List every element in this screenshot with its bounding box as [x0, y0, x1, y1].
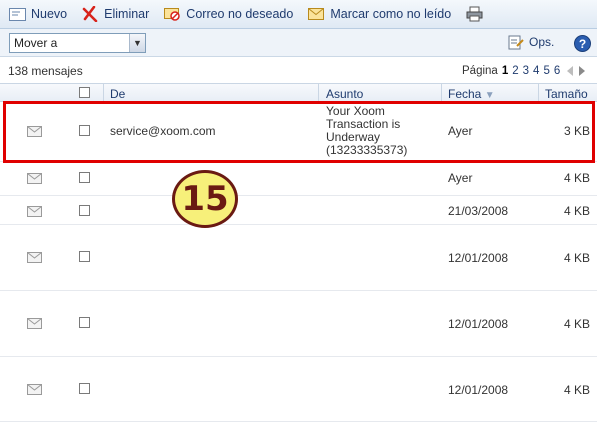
- table-row[interactable]: 12/01/2008 4 KB: [0, 358, 597, 422]
- page-label: Página: [462, 65, 498, 77]
- column-divider: [538, 84, 539, 102]
- page-link[interactable]: 2: [512, 65, 518, 77]
- move-to-label: Mover a: [14, 35, 58, 50]
- row-size: 3 KB: [564, 124, 591, 138]
- row-checkbox[interactable]: [79, 383, 90, 394]
- toolbar: Nuevo Eliminar Correo no deseado Marcar …: [0, 0, 597, 29]
- delete-button[interactable]: Eliminar: [81, 6, 149, 22]
- row-checkbox[interactable]: [79, 125, 90, 136]
- help-icon[interactable]: ?: [574, 35, 591, 52]
- delete-label: Eliminar: [104, 7, 150, 21]
- column-subject[interactable]: Asunto: [326, 87, 363, 101]
- column-header: De Asunto Fecha ▼ Tamaño: [0, 83, 597, 102]
- print-button[interactable]: [465, 6, 488, 22]
- envelope-icon: [27, 252, 42, 263]
- row-from[interactable]: service@xoom.com: [110, 124, 216, 138]
- message-count: 138 mensajes: [8, 64, 83, 78]
- row-date: 12/01/2008: [448, 251, 509, 265]
- junk-label: Correo no deseado: [186, 7, 294, 21]
- junk-icon: [163, 6, 181, 22]
- envelope-icon: [27, 318, 42, 329]
- row-date: 12/01/2008: [448, 383, 509, 397]
- new-message-icon: [8, 6, 26, 22]
- column-from[interactable]: De: [110, 87, 125, 101]
- envelope-icon: [27, 384, 42, 395]
- envelope-icon: [27, 126, 42, 137]
- envelope-icon: [27, 206, 42, 217]
- row-date: Ayer: [448, 124, 473, 138]
- envelope-icon: [27, 173, 42, 184]
- table-row[interactable]: service@xoom.com Your Xoom Transaction i…: [0, 102, 597, 162]
- column-date[interactable]: Fecha ▼: [448, 87, 495, 101]
- options-label: Ops.: [529, 35, 555, 49]
- mark-unread-button[interactable]: Marcar como no leído: [307, 6, 451, 22]
- row-checkbox[interactable]: [79, 205, 90, 216]
- new-button[interactable]: Nuevo: [8, 6, 67, 22]
- next-page-icon[interactable]: [579, 66, 586, 76]
- move-to-dropdown[interactable]: Mover a ▼: [9, 32, 146, 53]
- row-date: 12/01/2008: [448, 317, 509, 331]
- table-row[interactable]: 12/01/2008 4 KB: [0, 226, 597, 291]
- sort-arrow-icon: ▼: [484, 90, 495, 101]
- count-bar: 138 mensajes Página 1 2 3 4 5 6: [0, 57, 597, 83]
- row-checkbox[interactable]: [79, 251, 90, 262]
- row-size: 4 KB: [564, 204, 591, 218]
- row-size: 4 KB: [564, 383, 591, 397]
- options-button[interactable]: Ops.: [508, 34, 554, 50]
- page-link[interactable]: 1: [502, 65, 508, 77]
- row-size: 4 KB: [564, 171, 591, 185]
- page-link[interactable]: 3: [523, 65, 529, 77]
- table-row[interactable]: 12/01/2008 4 KB: [0, 292, 597, 357]
- column-divider: [103, 84, 104, 102]
- chevron-down-icon[interactable]: ▼: [129, 33, 145, 52]
- row-date: Ayer: [448, 171, 473, 185]
- junk-button[interactable]: Correo no deseado: [163, 6, 293, 22]
- page-link[interactable]: 5: [543, 65, 549, 77]
- column-date-label: Fecha: [448, 87, 482, 101]
- envelope-icon: [307, 6, 325, 22]
- new-label: Nuevo: [31, 7, 68, 21]
- page-link[interactable]: 6: [554, 65, 560, 77]
- step-number-badge: 15: [172, 170, 238, 228]
- column-divider: [318, 84, 319, 102]
- select-all-checkbox[interactable]: [79, 87, 90, 98]
- mark-unread-label: Marcar como no leído: [330, 7, 452, 21]
- action-bar: Mover a ▼ Ops. ?: [0, 29, 597, 57]
- page-link[interactable]: 4: [533, 65, 539, 77]
- row-date: 21/03/2008: [448, 204, 509, 218]
- printer-icon: [465, 6, 483, 22]
- column-size[interactable]: Tamaño: [545, 87, 588, 101]
- delete-icon: [81, 6, 99, 22]
- column-divider: [441, 84, 442, 102]
- row-size: 4 KB: [564, 251, 591, 265]
- row-subject[interactable]: Your Xoom Transaction is Underway (13233…: [326, 105, 436, 157]
- table-row[interactable]: Ayer 4 KB: [0, 163, 597, 196]
- prev-page-icon[interactable]: [567, 66, 574, 76]
- row-checkbox[interactable]: [79, 317, 90, 328]
- table-row[interactable]: 21/03/2008 4 KB: [0, 197, 597, 225]
- options-icon: [508, 34, 524, 50]
- row-checkbox[interactable]: [79, 172, 90, 183]
- row-size: 4 KB: [564, 317, 591, 331]
- pager: Página 1 2 3 4 5 6: [462, 65, 588, 77]
